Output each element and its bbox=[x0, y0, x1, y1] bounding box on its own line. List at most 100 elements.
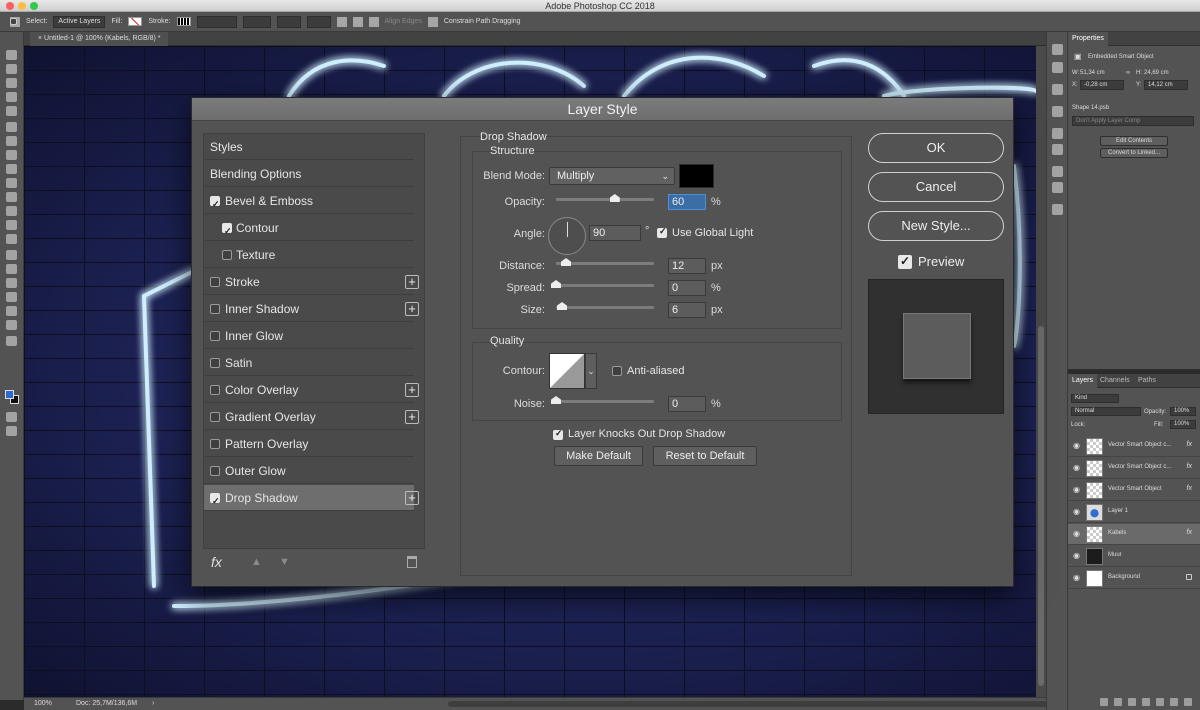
tab-paths[interactable]: Paths bbox=[1134, 374, 1160, 388]
contour-dropdown-chevron-icon[interactable]: ⌄ bbox=[585, 353, 597, 389]
style-checkbox[interactable] bbox=[210, 385, 220, 395]
adjustment-layer-icon[interactable] bbox=[1142, 698, 1150, 706]
layer-row[interactable]: ◉ Vector Smart Object c... fx bbox=[1068, 458, 1200, 479]
add-effect-plus-icon[interactable]: + bbox=[405, 302, 419, 316]
style-item[interactable]: Contour bbox=[204, 215, 414, 244]
history-panel-icon[interactable] bbox=[1052, 44, 1063, 55]
eraser-tool-icon[interactable] bbox=[6, 192, 17, 202]
distance-field[interactable]: 12 bbox=[668, 258, 706, 274]
layer-fx-icon[interactable]: fx bbox=[1187, 485, 1192, 492]
gear-icon[interactable] bbox=[427, 16, 438, 27]
status-menu-arrow[interactable]: › bbox=[152, 698, 154, 710]
select-dropdown[interactable]: Active Layers bbox=[53, 15, 106, 28]
y-field[interactable]: 14,12 cm bbox=[1144, 80, 1188, 90]
layer-row[interactable]: ◉ Kabels fx bbox=[1068, 524, 1200, 545]
trash-icon[interactable] bbox=[407, 556, 417, 568]
dodge-tool-icon[interactable] bbox=[6, 234, 17, 244]
path-arrangement-icon[interactable] bbox=[368, 16, 379, 27]
layer-fx-icon[interactable]: fx bbox=[1187, 529, 1192, 536]
hand-tool-icon[interactable] bbox=[6, 306, 17, 316]
layer-fx-icon[interactable]: fx bbox=[1187, 463, 1192, 470]
move-down-arrow-icon[interactable]: ▼ bbox=[279, 556, 290, 568]
reset-to-default-button[interactable]: Reset to Default bbox=[653, 446, 757, 466]
visibility-eye-icon[interactable]: ◉ bbox=[1073, 551, 1080, 560]
stroke-type-dropdown[interactable] bbox=[242, 15, 271, 28]
zoom-level[interactable]: 100% bbox=[34, 698, 52, 710]
knocks-out-checkbox[interactable] bbox=[553, 428, 563, 440]
size-slider[interactable] bbox=[556, 302, 654, 310]
more-tools-icon[interactable] bbox=[6, 336, 17, 346]
height-field[interactable] bbox=[306, 15, 331, 28]
path-operations-icon[interactable] bbox=[336, 16, 347, 27]
tab-properties[interactable]: Properties bbox=[1068, 32, 1108, 46]
fill-swatch[interactable] bbox=[128, 17, 143, 26]
move-up-arrow-icon[interactable]: ▲ bbox=[251, 556, 262, 568]
info-panel-icon[interactable] bbox=[1052, 84, 1063, 95]
add-effect-plus-icon[interactable]: + bbox=[405, 491, 419, 505]
style-item[interactable]: Inner Shadow + bbox=[204, 296, 419, 322]
edit-contents-button[interactable]: Edit Contents bbox=[1100, 136, 1168, 146]
vertical-scrollbar[interactable] bbox=[1036, 46, 1046, 697]
make-default-button[interactable]: Make Default bbox=[554, 446, 643, 466]
tab-layers[interactable]: Layers bbox=[1068, 374, 1098, 388]
fill-field[interactable]: 100% bbox=[1170, 420, 1196, 429]
style-item[interactable]: Blending Options bbox=[204, 161, 414, 187]
use-global-light-checkbox[interactable] bbox=[657, 226, 667, 238]
style-checkbox[interactable] bbox=[210, 358, 220, 368]
tab-channels[interactable]: Channels bbox=[1096, 374, 1134, 388]
style-checkbox[interactable] bbox=[210, 439, 220, 449]
libraries-panel-icon[interactable] bbox=[1052, 128, 1063, 139]
spread-field[interactable]: 0 bbox=[668, 280, 706, 296]
width-field[interactable] bbox=[276, 15, 301, 28]
gradient-tool-icon[interactable] bbox=[6, 206, 17, 216]
style-checkbox[interactable] bbox=[210, 466, 220, 476]
style-item[interactable]: Inner Glow bbox=[204, 323, 414, 349]
style-checkbox[interactable] bbox=[210, 412, 220, 422]
style-item[interactable]: Pattern Overlay bbox=[204, 431, 414, 457]
ok-button[interactable]: OK bbox=[868, 133, 1004, 163]
opacity-field[interactable]: 100% bbox=[1170, 407, 1196, 416]
path-alignment-icon[interactable] bbox=[352, 16, 363, 27]
crop-tool-icon[interactable] bbox=[6, 106, 17, 116]
add-mask-icon[interactable] bbox=[1128, 698, 1136, 706]
healing-brush-tool-icon[interactable] bbox=[6, 136, 17, 146]
angle-field[interactable]: 90 bbox=[589, 225, 641, 241]
style-item[interactable]: Color Overlay + bbox=[204, 377, 419, 403]
visibility-eye-icon[interactable]: ◉ bbox=[1073, 441, 1080, 450]
marquee-tool-icon[interactable] bbox=[6, 64, 17, 74]
fx-icon[interactable]: fx bbox=[211, 554, 222, 570]
style-checkbox[interactable] bbox=[222, 250, 232, 260]
add-style-icon[interactable] bbox=[1114, 698, 1122, 706]
constrain-path-checkbox[interactable] bbox=[10, 18, 17, 25]
stroke-width-field[interactable] bbox=[196, 15, 237, 28]
layer-row[interactable]: ◉ Vector Smart Object c... fx bbox=[1068, 436, 1200, 457]
style-item[interactable]: Texture bbox=[204, 242, 414, 268]
glyphs-panel-icon[interactable] bbox=[1052, 204, 1063, 215]
brush-panel-icon[interactable] bbox=[1052, 62, 1063, 73]
layer-row[interactable]: ◉ Background bbox=[1068, 568, 1200, 589]
zoom-tool-icon[interactable] bbox=[6, 320, 17, 330]
history-brush-tool-icon[interactable] bbox=[6, 178, 17, 188]
style-checkbox[interactable] bbox=[222, 218, 232, 244]
layer-row[interactable]: ◉ Layer 1 bbox=[1068, 502, 1200, 523]
style-item[interactable]: Outer Glow bbox=[204, 458, 414, 484]
paragraph-panel-icon[interactable] bbox=[1052, 182, 1063, 193]
opacity-slider[interactable] bbox=[556, 194, 654, 202]
swatches-panel-icon[interactable] bbox=[1052, 106, 1063, 117]
add-effect-plus-icon[interactable]: + bbox=[405, 275, 419, 289]
opacity-field[interactable]: 60 bbox=[668, 194, 706, 210]
visibility-eye-icon[interactable]: ◉ bbox=[1073, 573, 1080, 582]
convert-to-linked-button[interactable]: Convert to Linked... bbox=[1100, 148, 1168, 158]
new-layer-icon[interactable] bbox=[1170, 698, 1178, 706]
contour-picker[interactable] bbox=[549, 353, 585, 389]
new-group-icon[interactable] bbox=[1156, 698, 1164, 706]
style-checkbox[interactable] bbox=[210, 277, 220, 287]
layer-row[interactable]: ◉ Muur bbox=[1068, 546, 1200, 567]
screen-mode-icon[interactable] bbox=[6, 426, 17, 436]
link-icon[interactable]: ∞ bbox=[1126, 70, 1130, 76]
style-item[interactable]: Satin bbox=[204, 350, 414, 376]
size-field[interactable]: 6 bbox=[668, 302, 706, 318]
style-item[interactable]: Bevel & Emboss bbox=[204, 188, 414, 217]
pen-tool-icon[interactable] bbox=[6, 250, 17, 260]
add-effect-plus-icon[interactable]: + bbox=[405, 410, 419, 424]
